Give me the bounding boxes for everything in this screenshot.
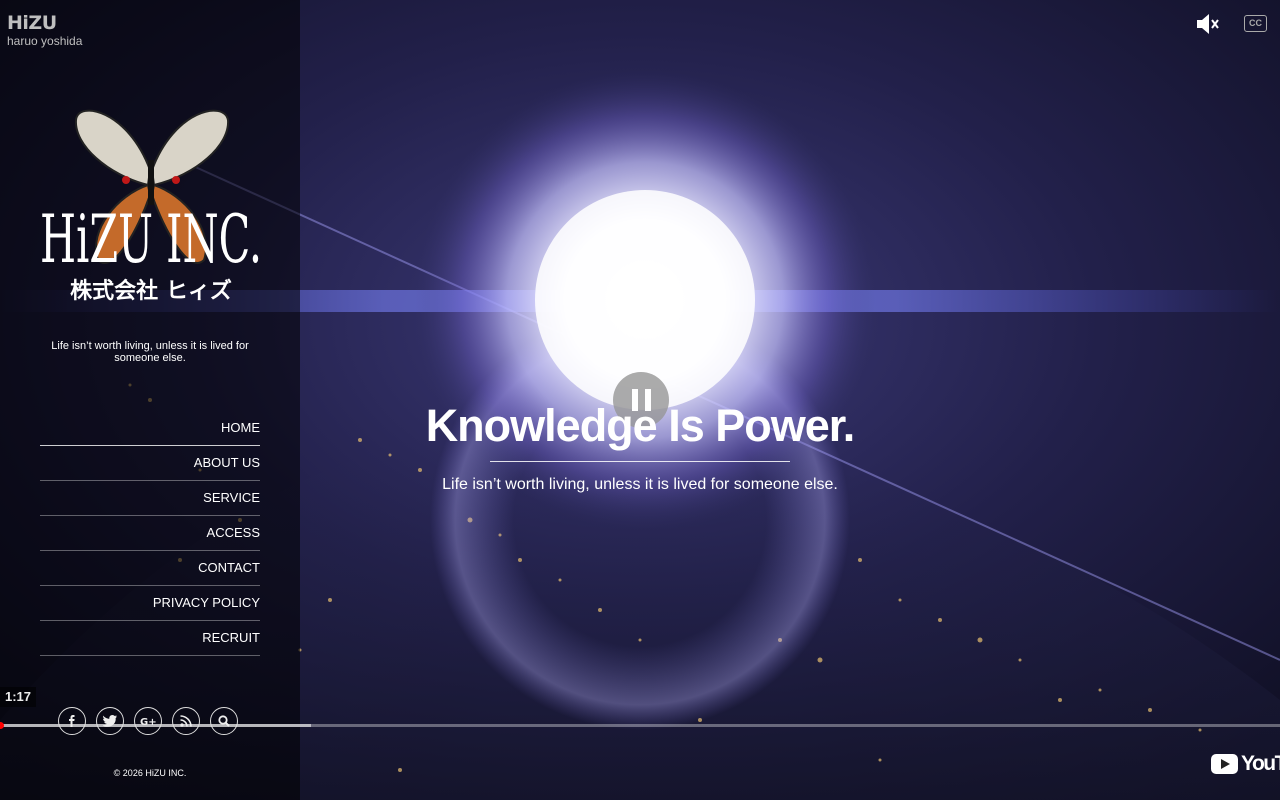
nav-item-contact[interactable]: CONTACT <box>40 551 260 586</box>
video-title-overlay[interactable]: HiZU haruo yoshida <box>7 12 82 48</box>
nav-item-about-us[interactable]: ABOUT US <box>40 446 260 481</box>
nav-item-recruit[interactable]: RECRUIT <box>40 621 260 656</box>
nav-item-home[interactable]: HOME <box>40 411 260 446</box>
nav-item-service[interactable]: SERVICE <box>40 481 260 516</box>
youtube-wordmark: YouTube <box>1241 752 1280 775</box>
svg-text:G+: G+ <box>140 717 156 726</box>
twitter-icon[interactable] <box>96 707 124 735</box>
mute-button[interactable] <box>1194 12 1222 36</box>
search-icon[interactable] <box>210 707 238 735</box>
youtube-play-icon <box>1211 754 1238 774</box>
main-nav: HOME ABOUT US SERVICE ACCESS CONTACT PRI… <box>40 411 260 656</box>
svg-text:HiZU INC.: HiZU INC. <box>40 201 262 278</box>
sidebar-tagline: Life isn’t worth living, unless it is li… <box>51 340 249 364</box>
current-time: 1:17 <box>0 687 36 707</box>
nav-item-access[interactable]: ACCESS <box>40 516 260 551</box>
nav-item-privacy-policy[interactable]: PRIVACY POLICY <box>40 586 260 621</box>
hero-subtitle: Life isn’t worth living, unless it is li… <box>442 476 838 493</box>
sidebar: HiZU INC. 株式会社 ヒィズ Life isn’t worth livi… <box>0 0 300 800</box>
rss-icon[interactable] <box>172 707 200 735</box>
social-links: G+ <box>58 707 238 735</box>
butterfly-logo-icon: HiZU INC. 株式会社 ヒィズ <box>40 109 262 304</box>
hero-title: Knowledge Is Power. <box>425 400 856 451</box>
facebook-icon[interactable] <box>58 707 86 735</box>
speaker-muted-icon <box>1197 14 1219 34</box>
hero-divider <box>490 461 790 462</box>
copyright-text: © 2026 HiZU INC. <box>113 768 187 778</box>
closed-captions-button[interactable]: CC <box>1244 15 1267 32</box>
youtube-logo[interactable]: YouTube <box>1211 752 1280 776</box>
google-plus-icon[interactable]: G+ <box>134 707 162 735</box>
video-channel[interactable]: haruo yoshida <box>7 34 82 48</box>
company-logo[interactable]: HiZU INC. 株式会社 ヒィズ <box>38 100 264 310</box>
svg-text:株式会社 ヒィズ: 株式会社 ヒィズ <box>70 278 232 304</box>
hero: Knowledge Is Power. Life isn’t worth liv… <box>400 395 880 494</box>
video-title[interactable]: HiZU <box>7 12 82 34</box>
